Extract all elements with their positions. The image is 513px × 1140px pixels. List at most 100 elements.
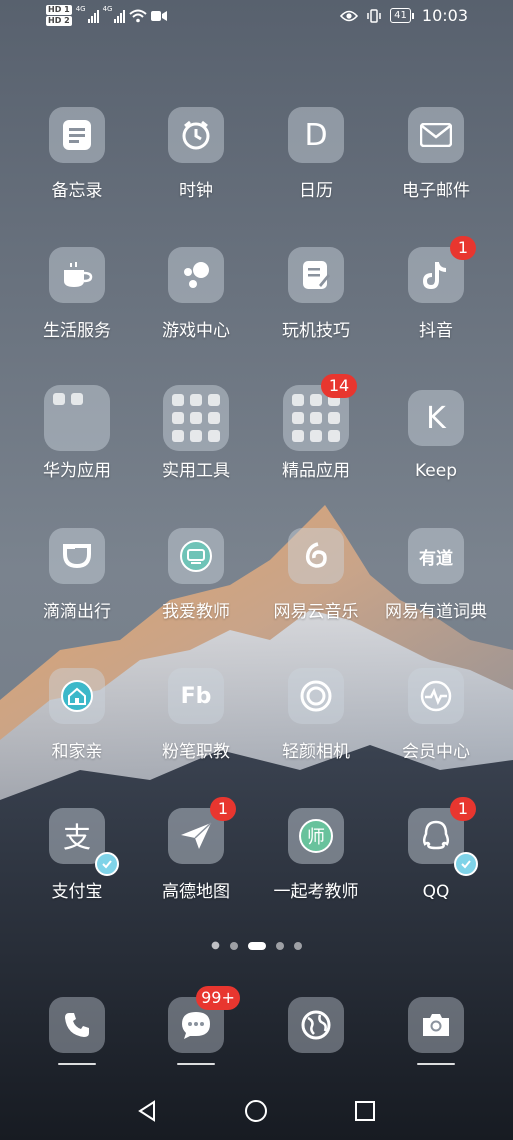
wifi-icon — [129, 9, 148, 23]
app-label: 游戏中心 — [162, 321, 230, 341]
didi-icon — [49, 528, 105, 584]
camera-lens-icon — [288, 668, 344, 724]
dock-phone[interactable] — [17, 997, 137, 1065]
app-label: QQ — [422, 882, 450, 902]
alipay-icon: 支 — [49, 808, 119, 876]
app-label: 备忘录 — [51, 181, 103, 201]
app-keep[interactable]: K Keep — [376, 385, 496, 481]
app-douyin[interactable]: 1 抖音 — [376, 236, 496, 341]
app-label: 滴滴出行 — [43, 602, 111, 622]
coffee-cup-icon — [49, 247, 105, 303]
battery-icon: 41 — [390, 8, 414, 23]
qq-penguin-icon: 1 — [408, 797, 478, 876]
app-life-services[interactable]: 生活服务 — [17, 247, 137, 341]
calendar-glyph: D — [304, 117, 328, 153]
teacher-exam-icon: 师 — [288, 808, 344, 864]
app-label: 网易有道词典 — [385, 602, 487, 622]
recents-square-icon — [355, 1101, 375, 1121]
app-game-center[interactable]: 游戏中心 — [136, 247, 256, 341]
app-tips[interactable]: 玩机技巧 — [256, 247, 376, 341]
page-dot[interactable] — [293, 941, 302, 950]
app-label: 精品应用 — [282, 461, 350, 481]
app-light-camera[interactable]: 轻颜相机 — [256, 668, 376, 762]
signal1-icon — [87, 9, 99, 23]
dock-browser[interactable] — [256, 997, 376, 1053]
app-label: Keep — [414, 461, 457, 481]
folder-icon: 14 — [283, 374, 357, 451]
sim1-label: HD 1 — [46, 5, 72, 15]
page-indicator[interactable]: ● — [0, 940, 513, 951]
app-amap[interactable]: 1 高德地图 — [136, 797, 256, 902]
app-clock[interactable]: 时钟 — [136, 107, 256, 201]
battery-level: 41 — [390, 8, 411, 23]
app-tools-folder[interactable]: 实用工具 — [136, 385, 256, 481]
phone-icon — [49, 997, 105, 1053]
notes-icon — [49, 107, 105, 163]
network2-label: 4G — [102, 5, 113, 13]
app-teacher[interactable]: 我爱教师 — [136, 528, 256, 622]
app-label: 网易云音乐 — [273, 602, 359, 622]
app-label: 玩机技巧 — [282, 321, 350, 341]
douyin-icon: 1 — [408, 236, 476, 303]
recents-button[interactable] — [351, 1097, 379, 1125]
page-dot-active[interactable] — [247, 941, 266, 950]
notification-badge: 1 — [210, 797, 236, 821]
dock-camera[interactable] — [376, 997, 496, 1065]
lightbulb-icon: ● — [211, 940, 220, 951]
page-dot[interactable] — [229, 941, 238, 950]
mail-icon — [408, 107, 464, 163]
app-label: 抖音 — [419, 321, 453, 341]
app-calendar[interactable]: D 日历 — [256, 107, 376, 201]
sim2-label: HD 2 — [46, 16, 72, 26]
calendar-icon: D — [288, 107, 344, 163]
folder-icon — [163, 385, 229, 451]
app-email[interactable]: 电子邮件 — [376, 107, 496, 201]
fenbi-icon: Fb — [168, 668, 224, 724]
teacher-icon — [168, 528, 224, 584]
app-teacher-exam[interactable]: 师 一起考教师 — [256, 808, 376, 902]
notification-badge: 1 — [450, 797, 476, 821]
sim-indicators: HD 1 HD 2 — [46, 5, 72, 27]
app-label: 会员中心 — [402, 742, 470, 762]
app-qq[interactable]: 1 QQ — [376, 797, 496, 902]
app-huawei-folder[interactable]: 华为应用 — [17, 385, 137, 481]
app-label: 一起考教师 — [273, 882, 359, 902]
signal2-icon — [114, 9, 126, 23]
app-alipay[interactable]: 支 支付宝 — [17, 808, 137, 902]
page-dot[interactable] — [275, 941, 284, 950]
app-featured-folder[interactable]: 14 精品应用 — [256, 374, 376, 481]
app-label: 支付宝 — [51, 882, 103, 902]
tips-icon — [288, 247, 344, 303]
home-circle-icon — [245, 1100, 267, 1122]
notification-badge: 14 — [321, 374, 357, 398]
keep-glyph: K — [426, 400, 446, 436]
app-notes[interactable]: 备忘录 — [17, 107, 137, 201]
paper-plane-icon: 1 — [168, 797, 236, 864]
notification-badge: 99+ — [196, 986, 240, 1010]
video-camera-icon — [151, 11, 168, 21]
vibrate-icon — [367, 8, 381, 23]
app-label: 实用工具 — [162, 461, 230, 481]
home-icon — [49, 668, 105, 724]
notification-badge: 1 — [450, 236, 476, 260]
back-button[interactable] — [133, 1097, 161, 1125]
app-hejiaqin[interactable]: 和家亲 — [17, 668, 137, 762]
dock: 99+ — [0, 986, 513, 1067]
app-didi[interactable]: 滴滴出行 — [17, 528, 137, 622]
dock-messages[interactable]: 99+ — [136, 986, 256, 1065]
app-label: 生活服务 — [43, 321, 111, 341]
netease-music-icon — [288, 528, 344, 584]
home-button[interactable] — [242, 1097, 270, 1125]
camera-icon — [408, 997, 464, 1053]
browser-globe-icon — [288, 997, 344, 1053]
app-label: 日历 — [299, 181, 333, 201]
app-label: 我爱教师 — [162, 602, 230, 622]
app-member-center[interactable]: 会员中心 — [376, 668, 496, 762]
messages-icon: 99+ — [168, 986, 240, 1053]
eye-icon — [340, 10, 359, 21]
youdao-glyph: 有道 — [419, 548, 453, 569]
dock-indicator — [177, 1063, 215, 1065]
app-netease-music[interactable]: 网易云音乐 — [256, 528, 376, 622]
app-youdao[interactable]: 有道 网易有道词典 — [376, 528, 496, 622]
app-fenbi[interactable]: Fb 粉笔职教 — [136, 668, 256, 762]
